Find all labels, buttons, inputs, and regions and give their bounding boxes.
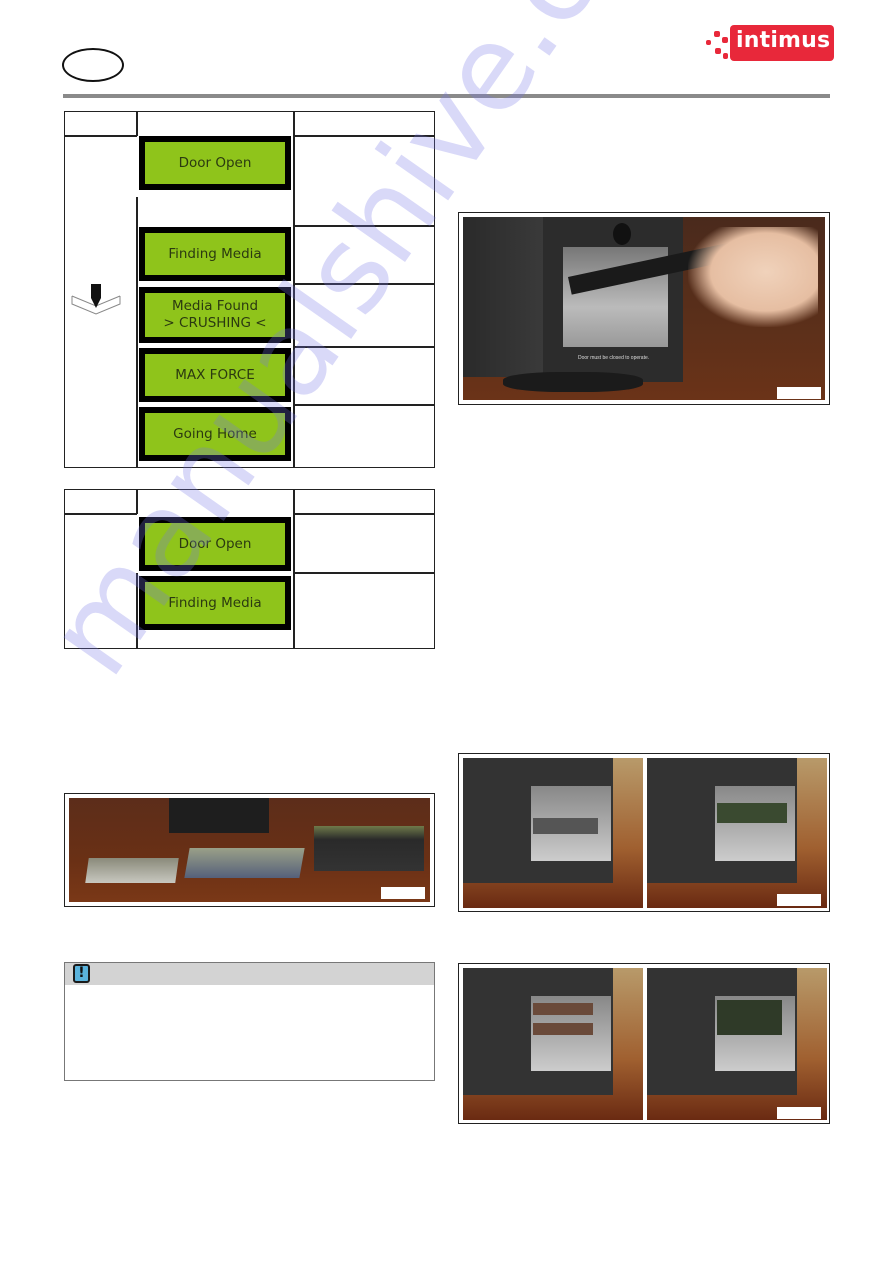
divider [136, 490, 138, 514]
photo-position-right [647, 968, 827, 1120]
divider [293, 112, 295, 467]
lcd-text: Going Home [173, 425, 257, 442]
logo-dot [722, 37, 728, 43]
press-down-icon [71, 284, 121, 315]
logo-dot [714, 31, 720, 37]
figure-media-positions-b [458, 963, 830, 1124]
figure-number-label [777, 1107, 821, 1119]
lcd-display: MAX FORCE [139, 348, 291, 402]
divider [136, 112, 138, 136]
divider [65, 135, 137, 137]
lcd-display: Finding Media [139, 227, 291, 281]
warning-header-bar [65, 963, 434, 985]
lcd-text: Door Open [178, 535, 252, 552]
divider [293, 135, 435, 137]
divider [293, 404, 435, 406]
intimus-logo: intimus [706, 25, 834, 61]
photo-position-left [463, 758, 643, 908]
divider [136, 197, 138, 467]
divider [293, 572, 435, 574]
divider [136, 573, 138, 648]
language-badge [62, 48, 124, 82]
divider [293, 346, 435, 348]
lcd-display: Media Found > CRUSHING < [139, 287, 291, 343]
photo-media-types [69, 798, 430, 902]
status-table-1: Door Open Finding Media Media Found > CR… [64, 111, 435, 468]
lcd-display: Finding Media [139, 576, 291, 630]
lcd-text: Finding Media [168, 594, 262, 611]
divider [293, 513, 435, 515]
figure-caption: Door must be closed to operate. [578, 355, 650, 361]
logo-dot [723, 53, 728, 59]
logo-dot [706, 40, 711, 45]
photo-position-right [647, 758, 827, 908]
lcd-text: MAX FORCE [175, 366, 255, 383]
logo-dot [715, 48, 721, 54]
figure-number-label [381, 887, 425, 899]
divider [293, 225, 435, 227]
photo-position-left [463, 968, 643, 1120]
divider [293, 283, 435, 285]
photo-inserting-media: Door must be closed to operate. [463, 217, 825, 400]
warning-box: ! [64, 962, 435, 1081]
header-rule [63, 94, 830, 98]
figure-inserting-media: Door must be closed to operate. [458, 212, 830, 405]
logo-text: intimus [736, 28, 831, 53]
figure-media-positions-a [458, 753, 830, 912]
lcd-display: Door Open [139, 517, 291, 571]
lcd-text: > CRUSHING < [163, 315, 267, 331]
lcd-display: Going Home [139, 407, 291, 461]
figure-number-label [777, 894, 821, 906]
lcd-text: Media Found [171, 298, 259, 314]
lcd-display: Door Open [139, 136, 291, 190]
lcd-text: Finding Media [168, 245, 262, 262]
figure-number-label [777, 387, 821, 399]
exclamation-icon: ! [73, 964, 90, 983]
divider [65, 513, 137, 515]
lcd-text: Door Open [178, 154, 252, 171]
figure-media-types [64, 793, 435, 907]
status-table-2: Door Open Finding Media [64, 489, 435, 649]
